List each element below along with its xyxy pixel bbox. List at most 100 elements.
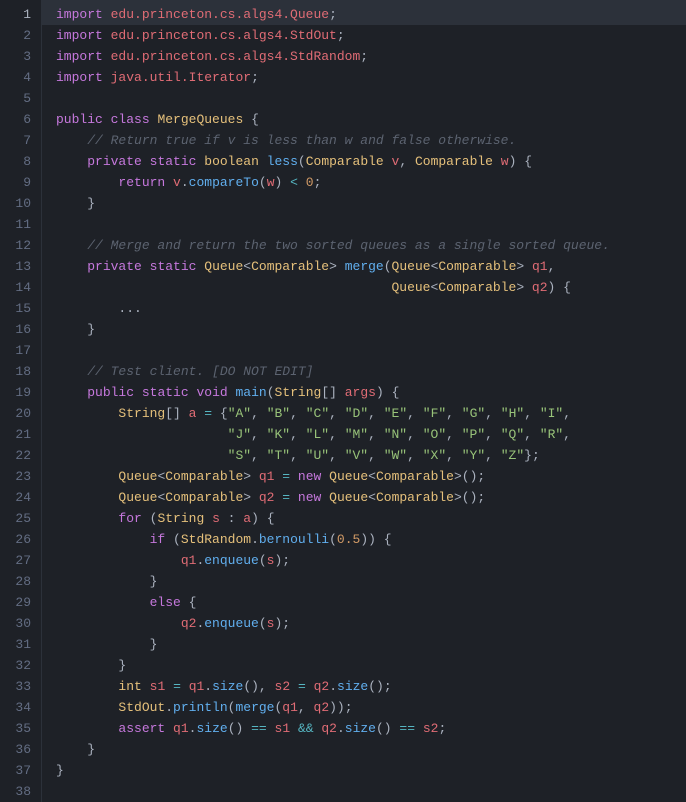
token-kw: class <box>111 112 150 127</box>
token-plain: ( <box>267 385 275 400</box>
token-plain: , <box>298 700 314 715</box>
code-line[interactable]: private static Queue<Comparable> merge(Q… <box>56 256 686 277</box>
code-line[interactable]: assert q1.size() == s1 && q2.size() == s… <box>56 718 686 739</box>
code-line[interactable]: } <box>56 739 686 760</box>
code-line[interactable]: // Return true if v is less than w and f… <box>56 130 686 151</box>
token-plain: , <box>446 406 462 421</box>
code-line[interactable] <box>56 781 686 802</box>
token-id: q1 <box>181 553 197 568</box>
token-plain: ( <box>329 532 337 547</box>
line-number: 4 <box>0 67 31 88</box>
token-plain <box>56 238 87 253</box>
code-line[interactable]: private static boolean less(Comparable v… <box>56 151 686 172</box>
token-plain: >(); <box>454 469 485 484</box>
token-id: edu.princeton.cs.algs4.Queue <box>111 7 329 22</box>
token-plain: ); <box>274 616 290 631</box>
token-cmt: // Return true if v is less than w and f… <box>87 133 516 148</box>
token-plain <box>56 427 228 442</box>
token-id: q1 <box>173 721 189 736</box>
token-op: = <box>204 406 212 421</box>
token-plain <box>493 154 501 169</box>
token-kw: static <box>150 259 197 274</box>
token-id: args <box>345 385 376 400</box>
code-line[interactable]: for (String s : a) { <box>56 508 686 529</box>
token-plain: ) <box>275 175 291 190</box>
token-plain: (), <box>243 679 274 694</box>
token-op: == <box>251 721 267 736</box>
code-line[interactable]: if (StdRandom.bernoulli(0.5)) { <box>56 529 686 550</box>
token-type: Comparable <box>376 469 454 484</box>
line-number: 13 <box>0 256 31 277</box>
code-line[interactable]: } <box>56 193 686 214</box>
token-plain: ( <box>165 532 181 547</box>
token-plain: } <box>56 763 64 778</box>
token-type: String <box>275 385 322 400</box>
token-num: 0 <box>306 175 314 190</box>
code-line[interactable]: String[] a = {"A", "B", "C", "D", "E", "… <box>56 403 686 424</box>
token-id: q1 <box>189 679 205 694</box>
token-kw: new <box>298 469 321 484</box>
line-number: 26 <box>0 529 31 550</box>
token-type: Queue <box>118 490 157 505</box>
code-line[interactable]: "S", "T", "U", "V", "W", "X", "Y", "Z"}; <box>56 445 686 466</box>
token-str: "W" <box>384 448 407 463</box>
code-line[interactable] <box>56 340 686 361</box>
token-plain: ) { <box>548 280 571 295</box>
code-line[interactable]: } <box>56 760 686 781</box>
code-line[interactable]: Queue<Comparable> q2 = new Queue<Compara… <box>56 487 686 508</box>
token-plain <box>56 259 87 274</box>
token-str: "K" <box>267 427 290 442</box>
code-line[interactable]: public static void main(String[] args) { <box>56 382 686 403</box>
token-id: edu.princeton.cs.algs4.StdRandom <box>111 49 361 64</box>
code-line[interactable]: else { <box>56 592 686 613</box>
token-plain: , <box>368 406 384 421</box>
token-plain: }; <box>524 448 540 463</box>
token-plain: } <box>56 322 95 337</box>
token-type: StdOut <box>118 700 165 715</box>
code-line[interactable]: Queue<Comparable> q1 = new Queue<Compara… <box>56 466 686 487</box>
token-plain: , <box>251 448 267 463</box>
code-line[interactable]: StdOut.println(merge(q1, q2)); <box>56 697 686 718</box>
token-type: Queue <box>118 469 157 484</box>
token-plain: } <box>56 637 157 652</box>
code-line[interactable]: Queue<Comparable> q2) { <box>56 277 686 298</box>
code-line[interactable]: return v.compareTo(w) < 0; <box>56 172 686 193</box>
code-line[interactable]: "J", "K", "L", "M", "N", "O", "P", "Q", … <box>56 424 686 445</box>
code-line[interactable]: q2.enqueue(s); <box>56 613 686 634</box>
token-plain: > <box>243 490 259 505</box>
token-plain <box>56 721 118 736</box>
token-plain <box>56 700 118 715</box>
line-number: 25 <box>0 508 31 529</box>
code-line[interactable]: ... <box>56 298 686 319</box>
code-line[interactable]: import java.util.Iterator; <box>56 67 686 88</box>
token-kw: for <box>118 511 141 526</box>
token-plain: )) { <box>360 532 391 547</box>
token-plain <box>165 679 173 694</box>
code-line[interactable]: import edu.princeton.cs.algs4.StdOut; <box>56 25 686 46</box>
code-line[interactable]: // Merge and return the two sorted queue… <box>56 235 686 256</box>
code-line[interactable]: import edu.princeton.cs.algs4.Queue; <box>56 4 686 25</box>
code-line[interactable]: } <box>56 655 686 676</box>
token-plain: < <box>368 490 376 505</box>
token-plain: < <box>243 259 251 274</box>
code-line[interactable]: // Test client. [DO NOT EDIT] <box>56 361 686 382</box>
code-line[interactable]: int s1 = q1.size(), s2 = q2.size(); <box>56 676 686 697</box>
code-line[interactable]: public class MergeQueues { <box>56 109 686 130</box>
token-op: < <box>290 175 298 190</box>
token-plain <box>321 490 329 505</box>
code-line[interactable]: import edu.princeton.cs.algs4.StdRandom; <box>56 46 686 67</box>
token-kw: new <box>298 490 321 505</box>
token-id: q2 <box>314 700 330 715</box>
code-line[interactable]: q1.enqueue(s); <box>56 550 686 571</box>
code-line[interactable]: } <box>56 571 686 592</box>
code-editor[interactable]: 1234567891011121314151617181920212223242… <box>0 0 686 802</box>
code-line[interactable]: } <box>56 634 686 655</box>
code-line[interactable] <box>56 214 686 235</box>
token-fn: less <box>267 154 298 169</box>
token-plain <box>56 175 118 190</box>
code-line[interactable] <box>56 88 686 109</box>
token-plain <box>267 721 275 736</box>
code-line[interactable]: } <box>56 319 686 340</box>
token-type: String <box>157 511 204 526</box>
code-area[interactable]: import edu.princeton.cs.algs4.Queue;impo… <box>42 0 686 802</box>
